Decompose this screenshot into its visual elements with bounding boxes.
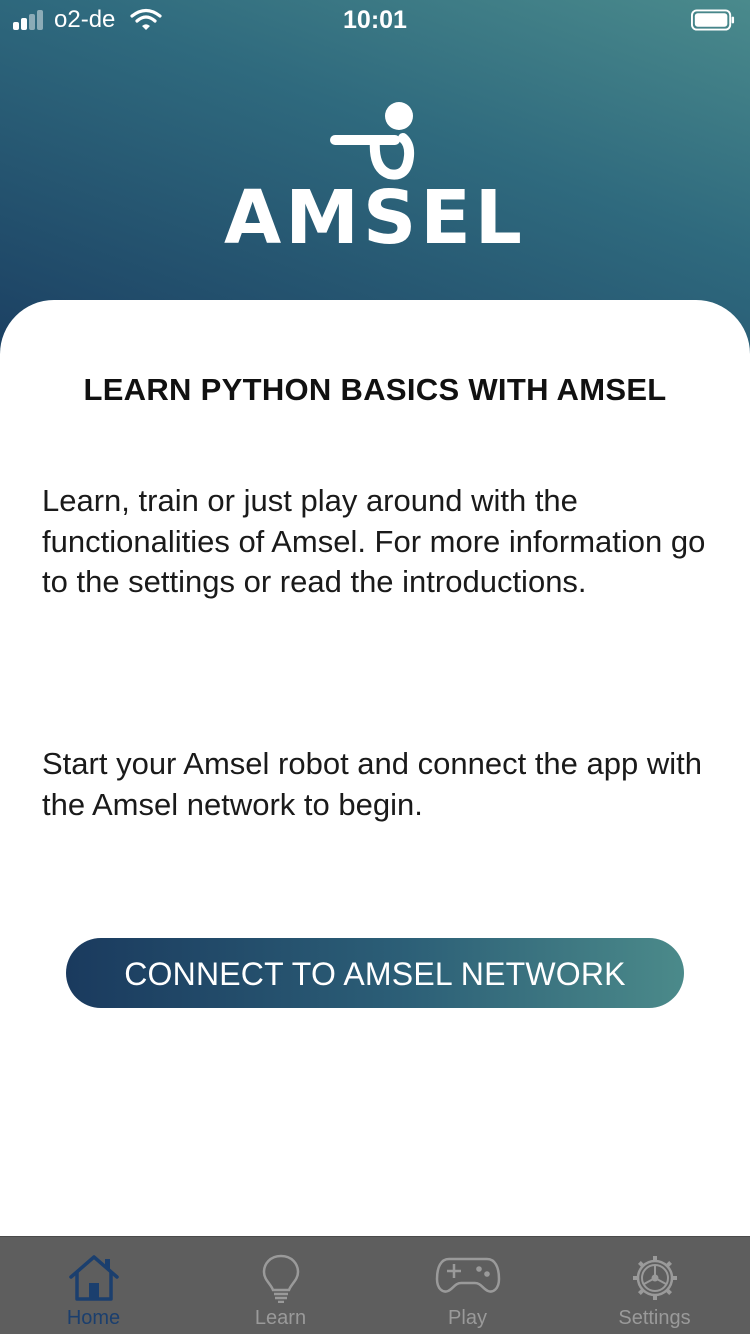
start-instructions-text: Start your Amsel robot and connect the a… <box>42 746 702 822</box>
gear-icon <box>632 1256 677 1300</box>
logo-wordmark: AMSEL <box>224 175 526 261</box>
tab-settings-label: Settings <box>618 1307 691 1329</box>
tab-play-label: Play <box>448 1307 487 1329</box>
lightbulb-icon <box>262 1254 299 1303</box>
tab-settings[interactable]: Settings <box>561 1237 748 1334</box>
amsel-logo-icon <box>330 102 415 180</box>
status-time: 10:01 <box>343 6 407 34</box>
tab-play[interactable]: Play <box>374 1237 561 1334</box>
home-icon <box>68 1255 119 1301</box>
tab-learn-label: Learn <box>254 1307 307 1329</box>
tab-home-label: Home <box>66 1307 121 1329</box>
intro-text: Learn, train or just play around with th… <box>42 483 706 599</box>
tab-learn[interactable]: Learn <box>187 1237 374 1334</box>
battery-icon <box>691 9 735 31</box>
status-bar: o2-de 10:01 <box>0 0 750 40</box>
tab-bar: Home Learn Play Settings <box>0 1236 750 1334</box>
page-title: LEARN PYTHON BASICS WITH AMSEL <box>83 372 667 407</box>
gamepad-icon <box>435 1257 500 1293</box>
connect-network-button[interactable]: CONNECT TO AMSEL NETWORK <box>66 938 684 1008</box>
screen: o2-de 10:01 AMSEL LEARN PYTHON BASICS WI… <box>0 0 750 1334</box>
tab-home[interactable]: Home <box>0 1237 187 1334</box>
